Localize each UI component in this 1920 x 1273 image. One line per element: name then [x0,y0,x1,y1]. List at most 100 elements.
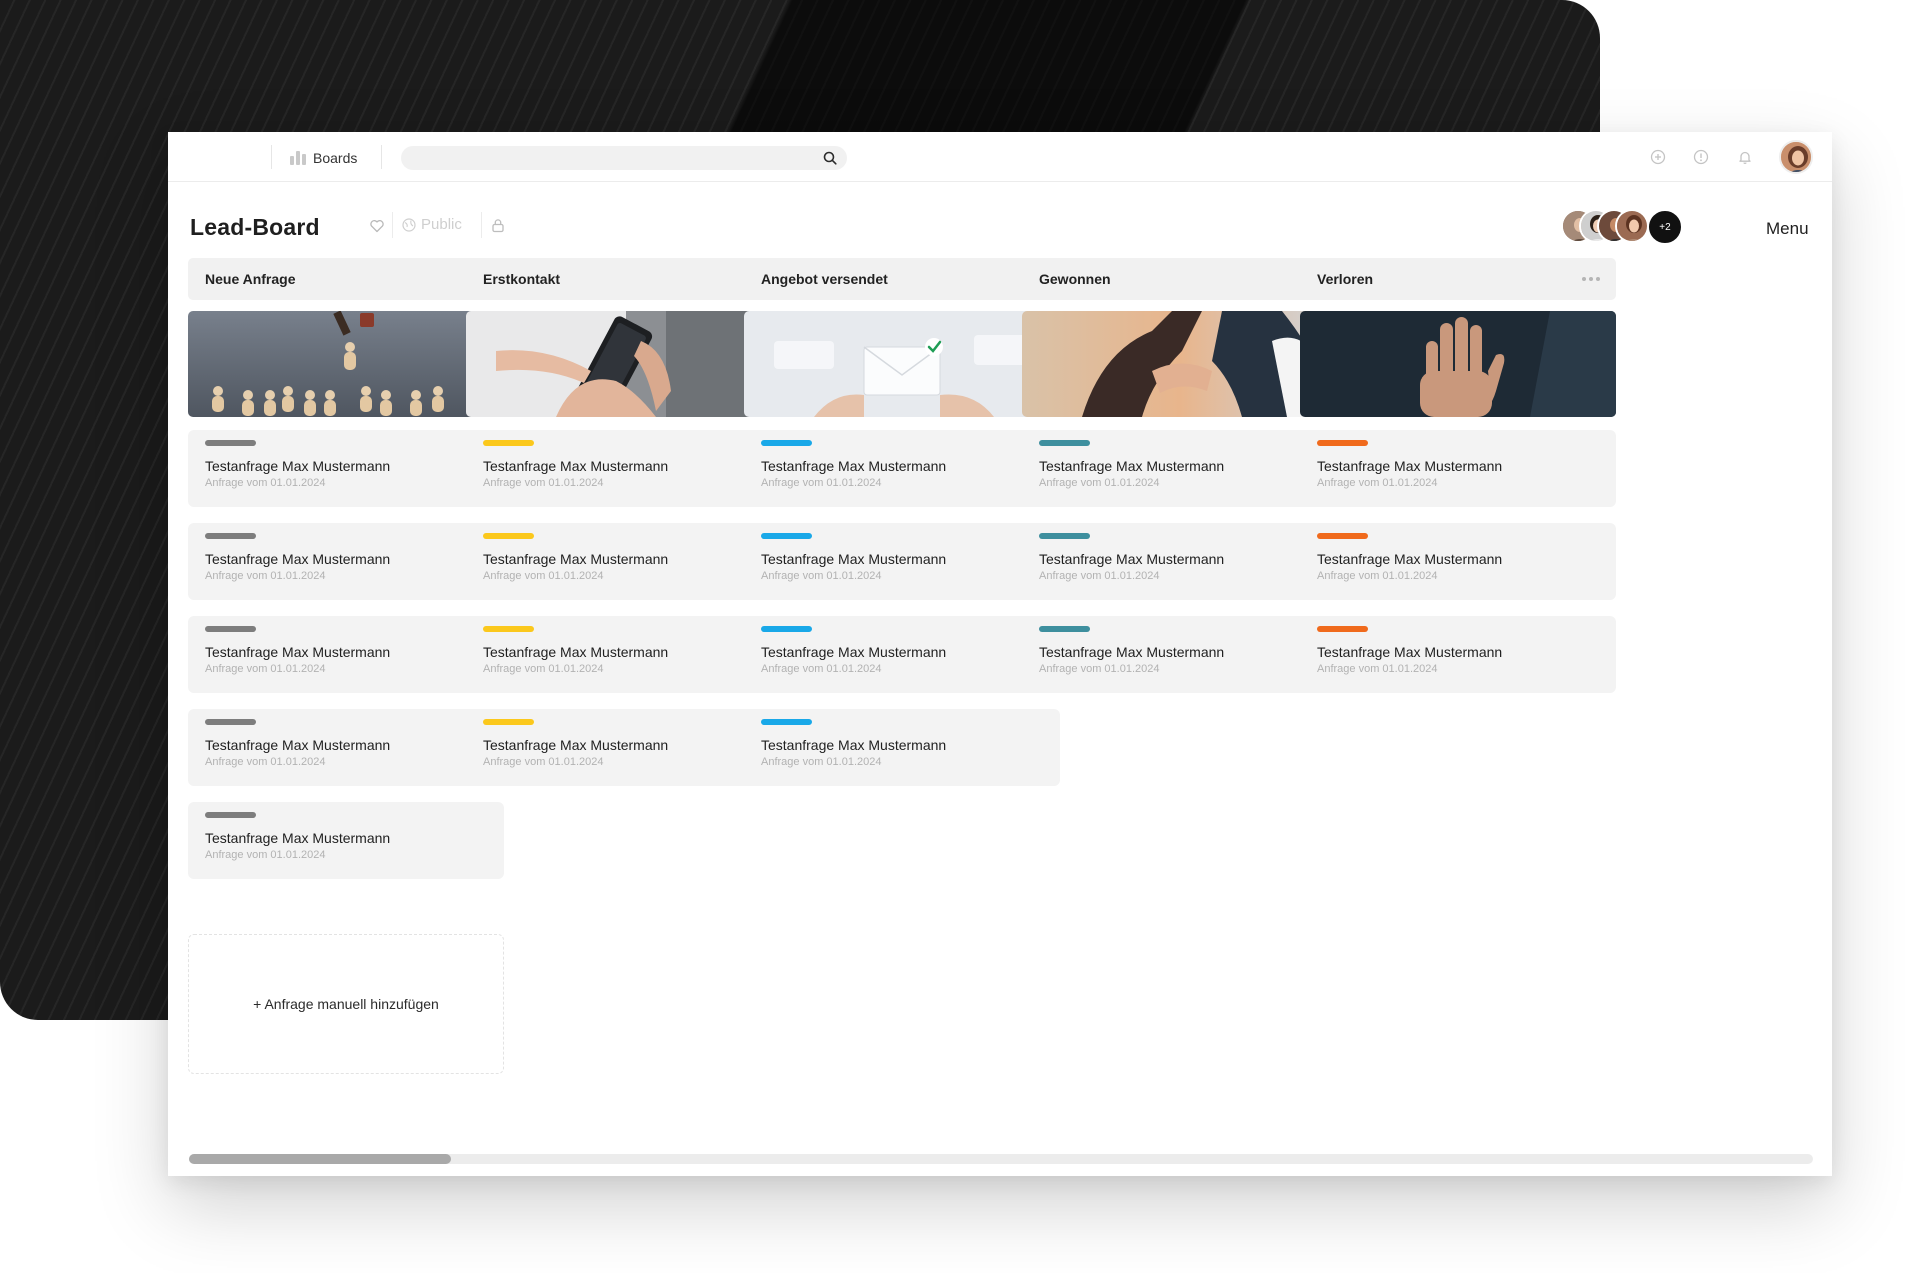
lead-card[interactable]: Testanfrage Max Mustermann Anfrage vom 01… [1022,616,1338,693]
status-tag [1317,440,1368,446]
lead-card[interactable]: Testanfrage Max Mustermann Anfrage vom 01… [744,523,1060,600]
board-members[interactable]: +2 [1561,209,1691,245]
column-header[interactable]: Angebot versendet [744,258,1060,300]
card-date: Anfrage vom 01.01.2024 [1317,663,1438,675]
card-title: Testanfrage Max Mustermann [1039,644,1225,660]
more-options-icon[interactable] [1582,277,1600,281]
card-date: Anfrage vom 01.01.2024 [205,663,326,675]
board-column: Neue Anfrage Testanfrage Max Mustermann A… [188,258,504,879]
heart-icon[interactable] [369,218,385,234]
lead-card[interactable]: Testanfrage Max Mustermann Anfrage vom 01… [188,802,504,879]
visibility-toggle[interactable]: Public [402,216,462,233]
board-column: Erstkontakt Testanfrage Max Mustermann An… [466,258,782,786]
status-tag [761,626,812,632]
lead-card[interactable]: Testanfrage Max Mustermann Anfrage vom 01… [1022,430,1338,507]
add-circle-icon[interactable] [1650,149,1666,165]
members-more-badge: +2 [1647,209,1683,245]
status-tag [1317,626,1368,632]
boards-nav-label: Boards [313,150,358,166]
topbar-divider [271,145,272,169]
card-title: Testanfrage Max Mustermann [761,644,947,660]
horizontal-scrollbar[interactable] [189,1154,1813,1164]
card-title: Testanfrage Max Mustermann [1039,551,1225,567]
top-bar: Boards [168,132,1832,182]
card-title: Testanfrage Max Mustermann [761,458,947,474]
card-date: Anfrage vom 01.01.2024 [761,477,882,489]
card-date: Anfrage vom 01.01.2024 [205,570,326,582]
card-title: Testanfrage Max Mustermann [761,551,947,567]
card-title: Testanfrage Max Mustermann [205,644,391,660]
status-tag [483,626,534,632]
card-date: Anfrage vom 01.01.2024 [205,756,326,768]
card-title: Testanfrage Max Mustermann [1039,458,1225,474]
lead-card[interactable]: Testanfrage Max Mustermann Anfrage vom 01… [466,616,782,693]
card-date: Anfrage vom 01.01.2024 [483,477,604,489]
lead-card[interactable]: Testanfrage Max Mustermann Anfrage vom 01… [1300,430,1616,507]
card-date: Anfrage vom 01.01.2024 [761,663,882,675]
card-title: Testanfrage Max Mustermann [1317,458,1503,474]
status-tag [1039,440,1090,446]
search-icon[interactable] [823,151,837,165]
card-title: Testanfrage Max Mustermann [205,551,391,567]
card-date: Anfrage vom 01.01.2024 [1039,663,1160,675]
search-input[interactable] [401,146,847,170]
lead-card[interactable]: Testanfrage Max Mustermann Anfrage vom 01… [744,616,1060,693]
card-date: Anfrage vom 01.01.2024 [1317,570,1438,582]
column-cover-image [744,311,1060,417]
lead-card[interactable]: Testanfrage Max Mustermann Anfrage vom 01… [744,709,1060,786]
search-box [401,146,847,170]
card-date: Anfrage vom 01.01.2024 [1317,477,1438,489]
card-date: Anfrage vom 01.01.2024 [483,663,604,675]
status-tag [761,440,812,446]
board-column: Angebot versendet Testanfrage Max Muster… [744,258,1060,786]
lead-card[interactable]: Testanfrage Max Mustermann Anfrage vom 01… [188,523,504,600]
status-tag [1039,626,1090,632]
lead-card[interactable]: Testanfrage Max Mustermann Anfrage vom 01… [466,709,782,786]
column-header[interactable]: Verloren [1300,258,1616,300]
info-icon[interactable] [1693,149,1709,165]
column-header[interactable]: Neue Anfrage [188,258,504,300]
app-window: Boards Lead-Board Public +2 Menu Neue An… [168,132,1832,1176]
scrollbar-thumb[interactable] [189,1154,451,1164]
status-tag [483,440,534,446]
lead-card[interactable]: Testanfrage Max Mustermann Anfrage vom 01… [1300,523,1616,600]
boards-nav-item[interactable]: Boards [290,147,357,169]
column-cover-image [188,311,504,417]
lead-card[interactable]: Testanfrage Max Mustermann Anfrage vom 01… [744,430,1060,507]
lead-card[interactable]: Testanfrage Max Mustermann Anfrage vom 01… [1022,523,1338,600]
status-tag [205,812,256,818]
add-request-button[interactable]: + Anfrage manuell hinzufügen [188,934,504,1074]
lead-card[interactable]: Testanfrage Max Mustermann Anfrage vom 01… [466,523,782,600]
lead-card[interactable]: Testanfrage Max Mustermann Anfrage vom 01… [188,709,504,786]
lead-card[interactable]: Testanfrage Max Mustermann Anfrage vom 01… [466,430,782,507]
lead-card[interactable]: Testanfrage Max Mustermann Anfrage vom 01… [188,616,504,693]
topbar-divider [381,145,382,169]
header-divider [392,212,393,238]
status-tag [761,719,812,725]
user-avatar[interactable] [1779,140,1813,174]
column-header[interactable]: Gewonnen [1022,258,1338,300]
card-title: Testanfrage Max Mustermann [1317,551,1503,567]
column-title: Erstkontakt [483,271,561,287]
lock-icon[interactable] [491,218,505,233]
column-title: Gewonnen [1039,271,1111,287]
status-tag [205,626,256,632]
column-header[interactable]: Erstkontakt [466,258,782,300]
member-avatar [1615,209,1649,243]
menu-button[interactable]: Menu [1766,219,1809,239]
card-title: Testanfrage Max Mustermann [1317,644,1503,660]
card-title: Testanfrage Max Mustermann [205,458,391,474]
user-avatar-image [1781,142,1811,172]
page-title: Lead-Board [190,214,320,240]
lead-card[interactable]: Testanfrage Max Mustermann Anfrage vom 01… [188,430,504,507]
card-date: Anfrage vom 01.01.2024 [1039,570,1160,582]
bell-icon[interactable] [1737,149,1753,165]
status-tag [761,533,812,539]
status-tag [205,533,256,539]
lead-card[interactable]: Testanfrage Max Mustermann Anfrage vom 01… [1300,616,1616,693]
card-title: Testanfrage Max Mustermann [483,551,669,567]
column-cover-image [466,311,782,417]
column-title: Verloren [1317,271,1374,287]
card-title: Testanfrage Max Mustermann [761,737,947,753]
board-column: Gewonnen Testanfrage Max Mustermann Anfra… [1022,258,1338,693]
